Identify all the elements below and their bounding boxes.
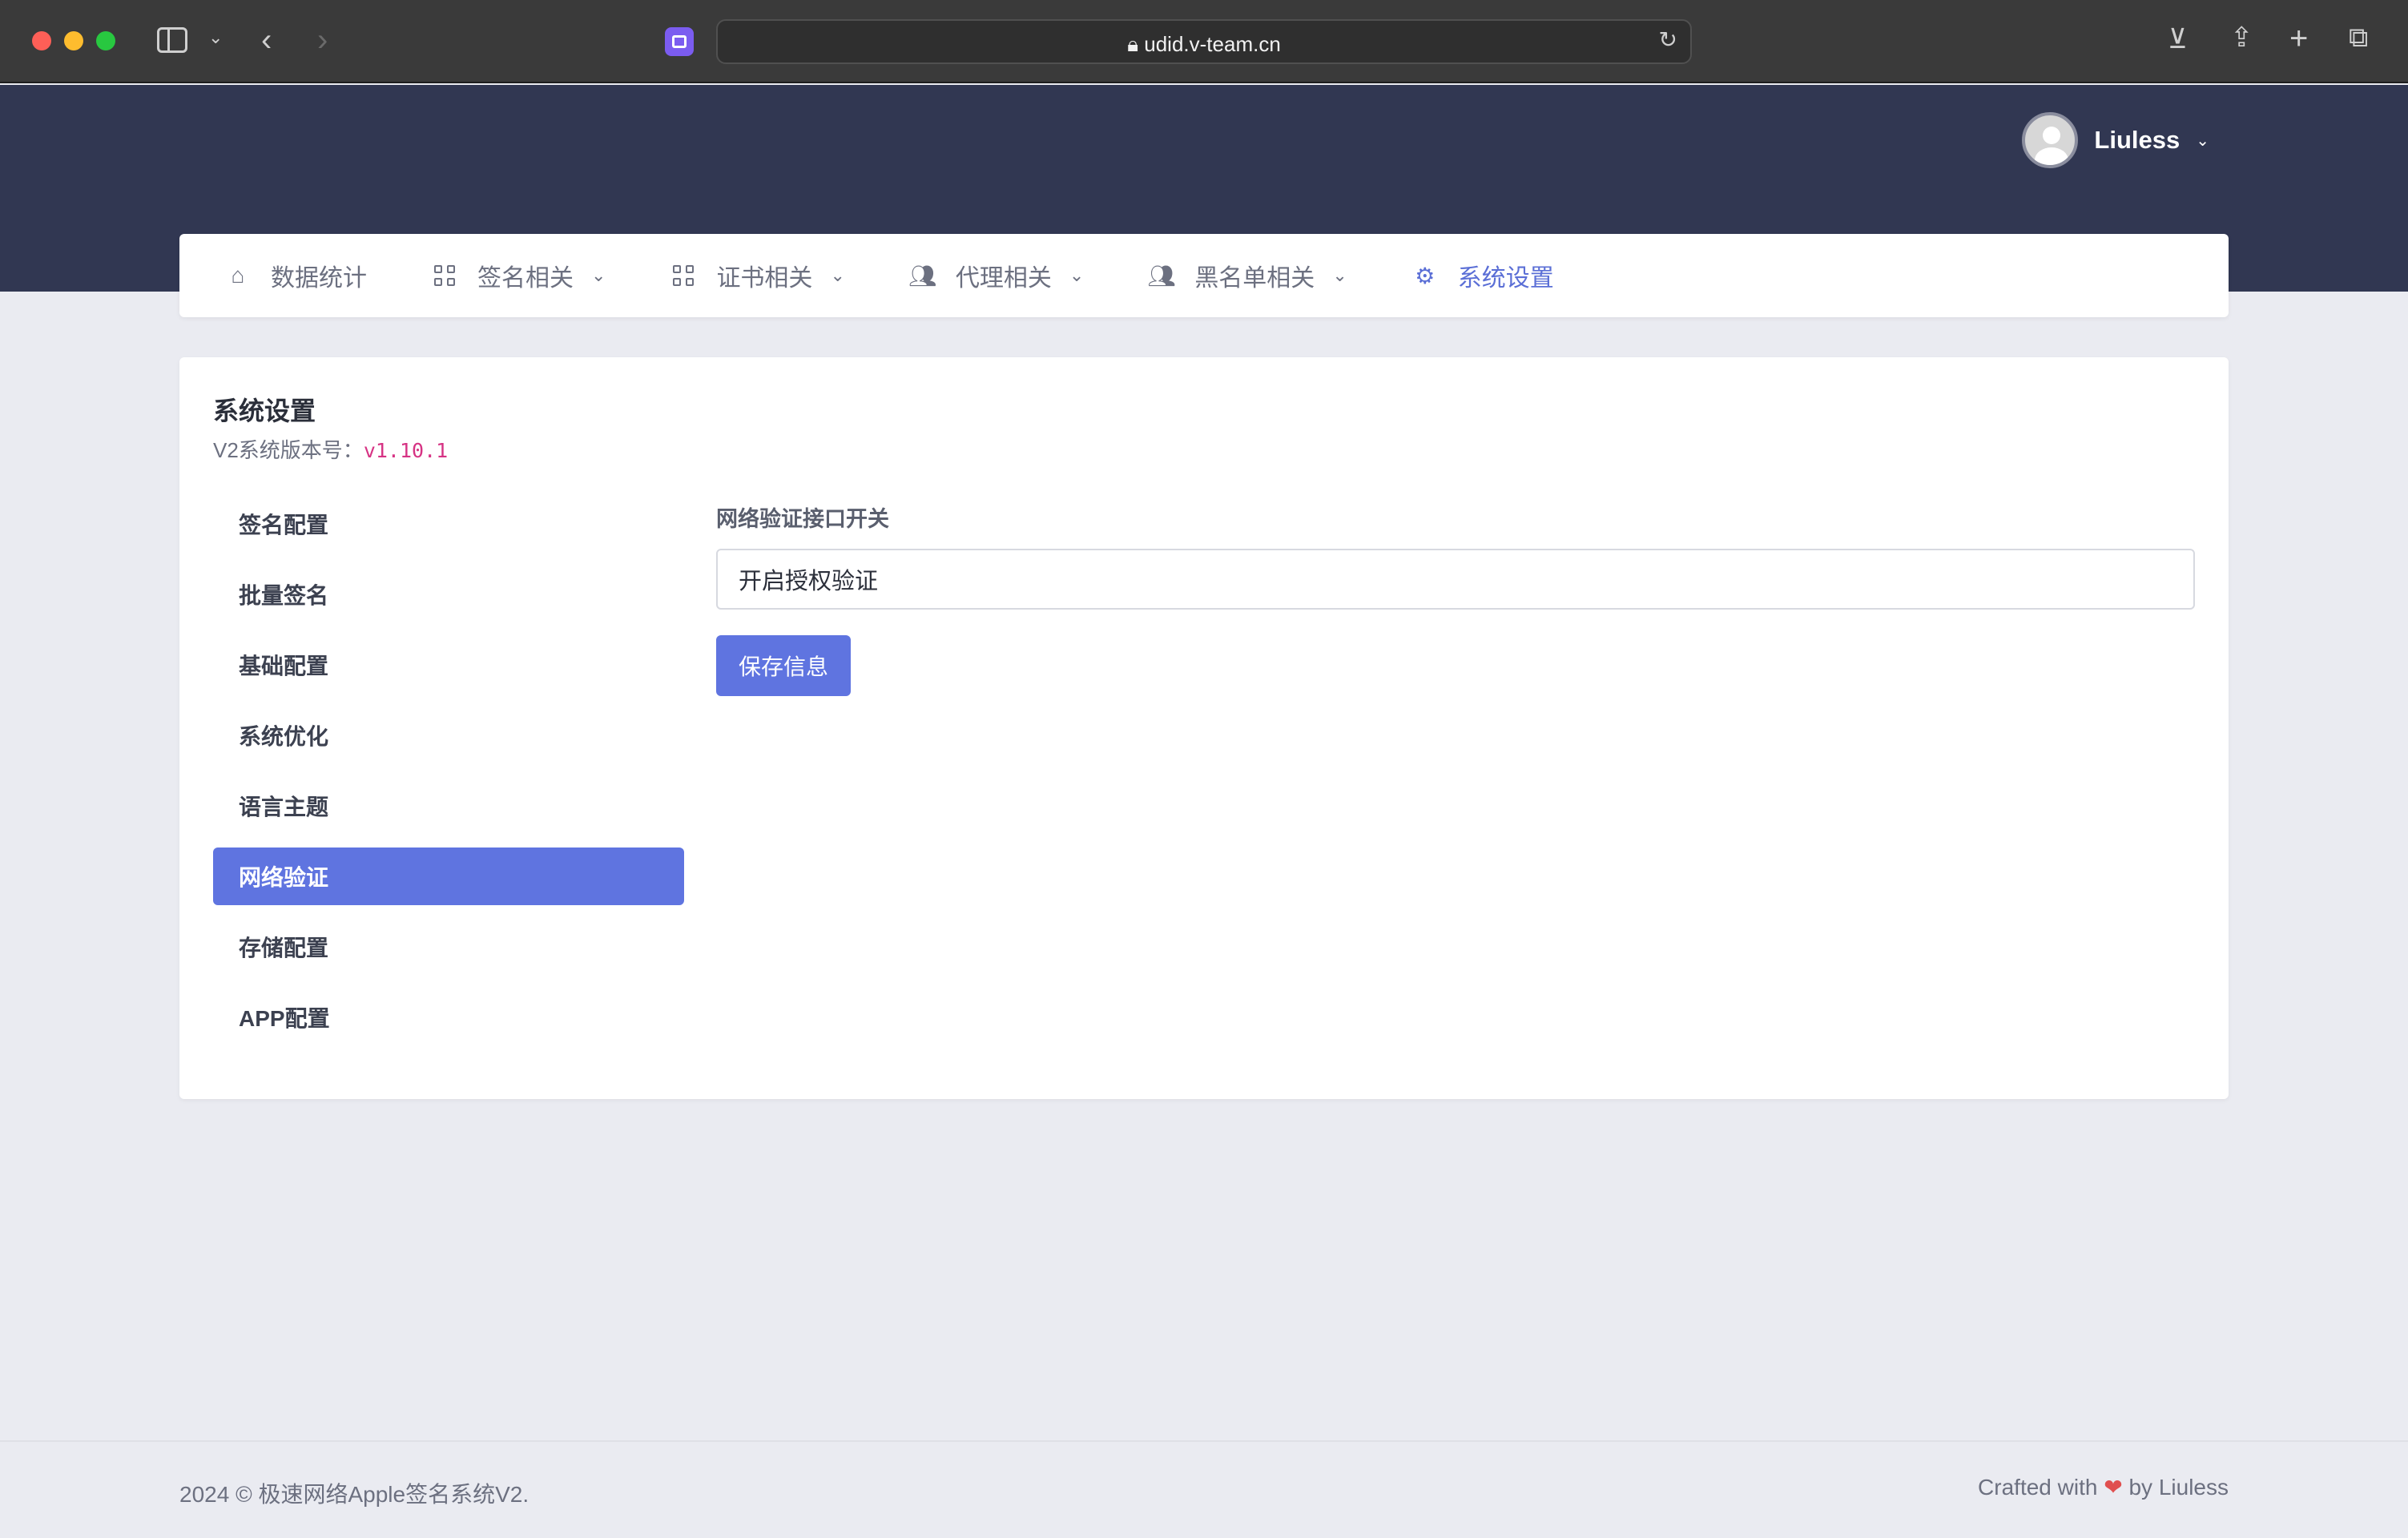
- main-nav: ⌂ 数据统计 签名相关 ⌄ 证书相关 ⌄ 👥︎ 代理相关 ⌄ 👥︎ 黑名单相关 …: [179, 234, 2229, 317]
- username[interactable]: Liuless: [2094, 126, 2180, 155]
- nav-item-agents[interactable]: 👥︎ 代理相关 ⌄: [908, 258, 1085, 293]
- reload-icon[interactable]: ↻: [1659, 29, 1677, 51]
- credits-suffix: by Liuless: [2128, 1475, 2229, 1500]
- nav-item-certificates[interactable]: 证书相关 ⌄: [671, 258, 845, 293]
- nav-item-label: 数据统计: [271, 265, 367, 292]
- menu-item-storage-config[interactable]: 存储配置: [213, 918, 684, 976]
- save-button[interactable]: 保存信息: [716, 635, 851, 696]
- users-icon: 👥︎: [908, 263, 937, 288]
- minimize-window-button[interactable]: [64, 31, 83, 50]
- sidebar-toggle-icon[interactable]: [157, 27, 187, 53]
- grid-icon: [433, 264, 457, 288]
- browser-toolbar: ⌄ ‹ › 🔒︎ udid.v-team.cn ↻ ⊻ ⇪ + ⧉: [0, 0, 2408, 83]
- version-label: V2系统版本号：: [213, 438, 364, 462]
- share-icon[interactable]: ⇪: [2230, 24, 2253, 51]
- gear-icon: ⚙: [1415, 263, 1436, 288]
- nav-item-stats[interactable]: ⌂ 数据统计: [226, 258, 367, 293]
- lock-icon: 🔒︎: [1127, 32, 1145, 56]
- settings-card: 系统设置 V2系统版本号：v1.10.1 签名配置 批量签名 基础配置 系统优化…: [179, 357, 2229, 1099]
- menu-item-language-theme[interactable]: 语言主题: [213, 777, 684, 835]
- nav-item-signing[interactable]: 签名相关 ⌄: [433, 258, 606, 293]
- credits-text: Crafted with ❤ by Liuless: [1978, 1474, 2229, 1500]
- menu-item-batch-signing[interactable]: 批量签名: [213, 566, 684, 623]
- download-icon[interactable]: ⊻: [2168, 26, 2188, 53]
- heart-icon: ❤: [2104, 1475, 2123, 1500]
- avatar[interactable]: [2022, 112, 2079, 168]
- maximize-window-button[interactable]: [96, 31, 115, 50]
- chevron-down-icon: ⌄: [1069, 265, 1085, 285]
- page-title: 系统设置: [213, 397, 316, 425]
- forward-icon[interactable]: ›: [317, 24, 328, 56]
- field-label: 网络验证接口开关: [716, 507, 889, 531]
- menu-item-network-auth[interactable]: 网络验证: [213, 848, 684, 905]
- chevron-down-icon: ⌄: [1332, 265, 1347, 285]
- new-tab-icon[interactable]: +: [2289, 22, 2308, 54]
- nav-item-label: 黑名单相关: [1194, 265, 1315, 292]
- menu-item-basic-config[interactable]: 基础配置: [213, 636, 684, 694]
- tab-overview-icon[interactable]: ⧉: [2349, 24, 2368, 51]
- chevron-down-icon[interactable]: ⌄: [208, 29, 223, 46]
- page-footer: 2024 © 极速网络Apple签名系统V2. Crafted with ❤ b…: [0, 1440, 2408, 1538]
- menu-item-app-config[interactable]: APP配置: [213, 988, 684, 1046]
- nav-item-settings[interactable]: ⚙ 系统设置: [1413, 258, 1554, 293]
- chevron-down-icon: ⌄: [830, 265, 845, 285]
- version-info: V2系统版本号：v1.10.1: [213, 434, 448, 464]
- settings-menu: 签名配置 批量签名 基础配置 系统优化 语言主题 网络验证 存储配置 APP配置: [213, 495, 684, 1059]
- users-icon: 👥︎: [1147, 263, 1177, 288]
- nav-item-label: 代理相关: [955, 265, 1052, 292]
- auth-switch-select[interactable]: 开启授权验证: [716, 549, 2195, 610]
- copyright-text: 2024 © 极速网络Apple签名系统V2.: [179, 1482, 530, 1507]
- nav-item-label: 系统设置: [1457, 265, 1554, 292]
- version-value: v1.10.1: [363, 439, 449, 462]
- nav-item-blacklist[interactable]: 👥︎ 黑名单相关 ⌄: [1147, 258, 1347, 293]
- address-bar[interactable]: 🔒︎ udid.v-team.cn ↻: [716, 19, 1692, 64]
- close-window-button[interactable]: [32, 31, 51, 50]
- home-icon: ⌂: [231, 263, 245, 288]
- back-icon[interactable]: ‹: [261, 24, 272, 56]
- chevron-down-icon: ⌄: [591, 265, 606, 285]
- network-auth-form: 网络验证接口开关 开启授权验证 保存信息: [716, 501, 2195, 696]
- grid-icon: [671, 264, 695, 288]
- menu-item-signing-config[interactable]: 签名配置: [213, 495, 684, 553]
- user-menu[interactable]: Liuless ⌄: [2022, 112, 2209, 168]
- address-text: udid.v-team.cn: [1144, 32, 1281, 56]
- menu-item-optimization[interactable]: 系统优化: [213, 707, 684, 764]
- site-favicon-icon: [665, 27, 694, 56]
- nav-item-label: 证书相关: [716, 265, 813, 292]
- nav-item-label: 签名相关: [477, 265, 574, 292]
- credits-prefix: Crafted with: [1978, 1475, 2098, 1500]
- chevron-down-icon[interactable]: ⌄: [2196, 131, 2209, 151]
